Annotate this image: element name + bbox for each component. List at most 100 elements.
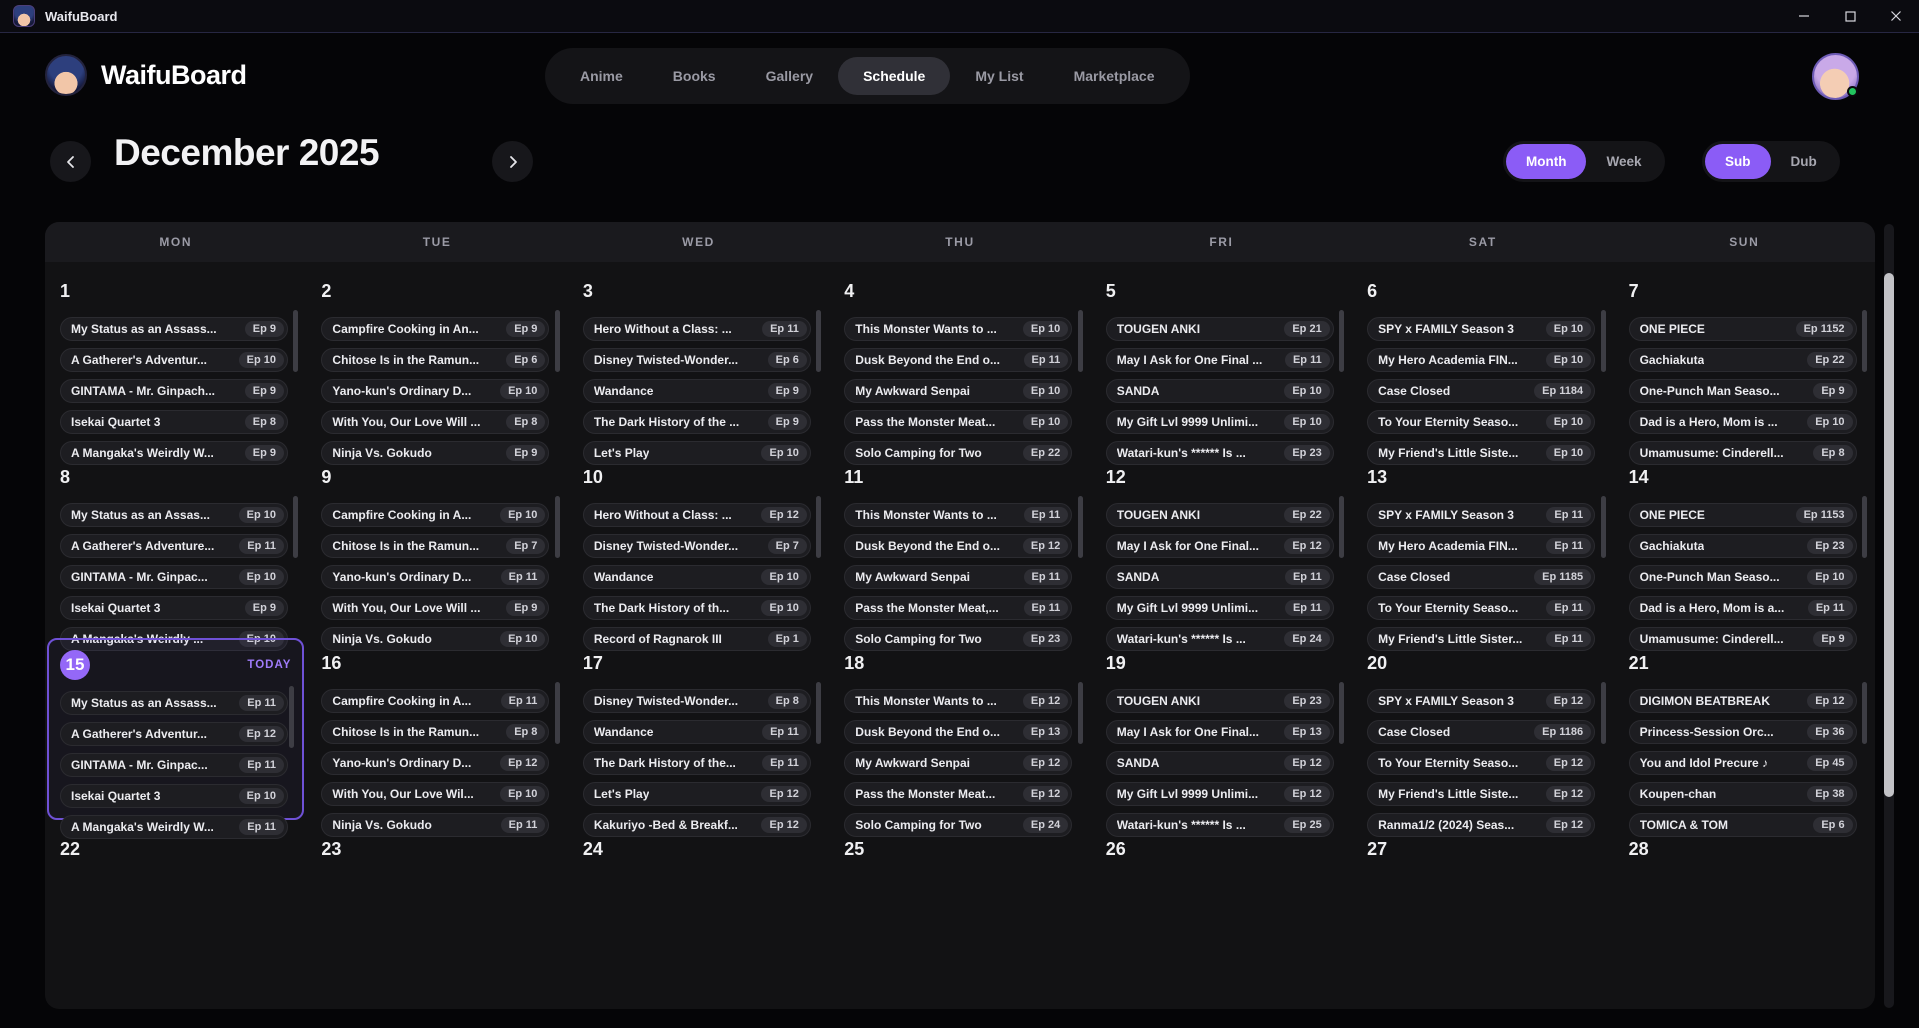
nav-tab-anime[interactable]: Anime [555,57,648,95]
anime-entry[interactable]: Wandance Ep 11 [583,720,811,744]
anime-entry[interactable]: Princess-Session Orc... Ep 36 [1629,720,1857,744]
maximize-button[interactable] [1827,0,1873,32]
cell-scrollbar-thumb[interactable] [1601,496,1606,558]
cell-scrollbar-thumb[interactable] [555,682,560,744]
anime-entry[interactable]: My Status as an Assas... Ep 10 [60,503,288,527]
anime-entry[interactable]: My Hero Academia FIN... Ep 11 [1367,534,1595,558]
anime-entry[interactable]: ONE PIECE Ep 1153 [1629,503,1857,527]
anime-entry[interactable]: Dad is a Hero, Mom is a... Ep 11 [1629,596,1857,620]
anime-entry[interactable]: With You, Our Love Wil... Ep 10 [321,782,549,806]
anime-entry[interactable]: My Hero Academia FIN... Ep 10 [1367,348,1595,372]
anime-entry[interactable]: Chitose Is in the Ramun... Ep 7 [321,534,549,558]
anime-entry[interactable]: A Gatherer's Adventur... Ep 10 [60,348,288,372]
anime-entry[interactable]: Wandance Ep 10 [583,565,811,589]
anime-entry[interactable]: Gachiakuta Ep 23 [1629,534,1857,558]
cell-scrollbar-thumb[interactable] [816,310,821,372]
calendar-day-cell-16[interactable]: 16 TODAY Campfire Cooking in A... Ep 11 … [306,636,567,822]
calendar-day-cell-1[interactable]: 1 TODAY My Status as an Assass... Ep 9 A… [45,264,306,450]
cell-scrollbar-thumb[interactable] [1601,682,1606,744]
anime-entry[interactable]: Isekai Quartet 3 Ep 10 [60,784,288,808]
anime-entry[interactable]: May I Ask for One Final... Ep 13 [1106,720,1334,744]
anime-entry[interactable]: Disney Twisted-Wonder... Ep 7 [583,534,811,558]
anime-entry[interactable]: Isekai Quartet 3 Ep 9 [60,596,288,620]
calendar-day-cell-26[interactable]: 26 TODAY [1091,822,1352,1008]
anime-entry[interactable]: SANDA Ep 10 [1106,379,1334,403]
calendar-day-cell-6[interactable]: 6 TODAY SPY x FAMILY Season 3 Ep 10 My H… [1352,264,1613,450]
anime-entry[interactable]: One-Punch Man Seaso... Ep 10 [1629,565,1857,589]
anime-entry[interactable]: Case Closed Ep 1186 [1367,720,1595,744]
anime-entry[interactable]: Disney Twisted-Wonder... Ep 6 [583,348,811,372]
nav-tab-my-list[interactable]: My List [950,57,1048,95]
anime-entry[interactable]: The Dark History of the... Ep 11 [583,751,811,775]
calendar-day-cell-17[interactable]: 17 TODAY Disney Twisted-Wonder... Ep 8 W… [568,636,829,822]
calendar-day-cell-3[interactable]: 3 TODAY Hero Without a Class: ... Ep 11 … [568,264,829,450]
cell-scrollbar-thumb[interactable] [1078,310,1083,372]
cell-scrollbar-thumb[interactable] [293,496,298,558]
anime-entry[interactable]: My Awkward Senpai Ep 11 [844,565,1072,589]
calendar-day-cell-25[interactable]: 25 TODAY [829,822,1090,1008]
cell-scrollbar-thumb[interactable] [289,686,294,748]
prev-month-button[interactable] [50,141,91,182]
anime-entry[interactable]: Wandance Ep 9 [583,379,811,403]
anime-entry[interactable]: My Status as an Assass... Ep 11 [60,691,288,715]
cell-scrollbar-thumb[interactable] [555,310,560,372]
cell-scrollbar-thumb[interactable] [1078,496,1083,558]
anime-entry[interactable]: Gachiakuta Ep 22 [1629,348,1857,372]
anime-entry[interactable]: SANDA Ep 12 [1106,751,1334,775]
user-avatar[interactable] [1812,53,1859,100]
anime-entry[interactable]: Disney Twisted-Wonder... Ep 8 [583,689,811,713]
anime-entry[interactable]: SPY x FAMILY Season 3 Ep 12 [1367,689,1595,713]
calendar-day-cell-27[interactable]: 27 TODAY [1352,822,1613,1008]
anime-entry[interactable]: Chitose Is in the Ramun... Ep 6 [321,348,549,372]
calendar-day-cell-11[interactable]: 11 TODAY This Monster Wants to ... Ep 11… [829,450,1090,636]
anime-entry[interactable]: TOUGEN ANKI Ep 22 [1106,503,1334,527]
anime-entry[interactable]: My Gift Lvl 9999 Unlimi... Ep 11 [1106,596,1334,620]
nav-tab-schedule[interactable]: Schedule [838,57,950,95]
anime-entry[interactable]: DIGIMON BEATBREAK Ep 12 [1629,689,1857,713]
anime-entry[interactable]: My Awkward Senpai Ep 10 [844,379,1072,403]
anime-entry[interactable]: Dusk Beyond the End o... Ep 12 [844,534,1072,558]
calendar-day-cell-10[interactable]: 10 TODAY Hero Without a Class: ... Ep 12… [568,450,829,636]
close-button[interactable] [1873,0,1919,32]
anime-entry[interactable]: Koupen-chan Ep 38 [1629,782,1857,806]
calendar-day-cell-12[interactable]: 12 TODAY TOUGEN ANKI Ep 22 May I Ask for… [1091,450,1352,636]
anime-entry[interactable]: The Dark History of the ... Ep 9 [583,410,811,434]
anime-entry[interactable]: Yano-kun's Ordinary D... Ep 12 [321,751,549,775]
anime-entry[interactable]: SANDA Ep 11 [1106,565,1334,589]
nav-tab-books[interactable]: Books [648,57,741,95]
calendar-day-cell-21[interactable]: 21 TODAY DIGIMON BEATBREAK Ep 12 Princes… [1614,636,1875,822]
anime-entry[interactable]: Hero Without a Class: ... Ep 12 [583,503,811,527]
anime-entry[interactable]: To Your Eternity Seaso... Ep 11 [1367,596,1595,620]
calendar-day-cell-28[interactable]: 28 TODAY [1614,822,1875,1008]
anime-entry[interactable]: Pass the Monster Meat... Ep 12 [844,782,1072,806]
anime-entry[interactable]: Pass the Monster Meat... Ep 10 [844,410,1072,434]
anime-entry[interactable]: A Gatherer's Adventur... Ep 12 [60,722,288,746]
anime-entry[interactable]: SPY x FAMILY Season 3 Ep 11 [1367,503,1595,527]
cell-scrollbar-thumb[interactable] [1339,682,1344,744]
anime-entry[interactable]: Let's Play Ep 12 [583,782,811,806]
toggle-month[interactable]: Month [1506,144,1586,179]
calendar-day-cell-14[interactable]: 14 TODAY ONE PIECE Ep 1153 Gachiakuta Ep… [1614,450,1875,636]
anime-entry[interactable]: The Dark History of th... Ep 10 [583,596,811,620]
cell-scrollbar-thumb[interactable] [1339,496,1344,558]
anime-entry[interactable]: Dad is a Hero, Mom is ... Ep 10 [1629,410,1857,434]
page-scrollbar-thumb[interactable] [1884,273,1894,797]
next-month-button[interactable] [492,141,533,182]
anime-entry[interactable]: Dusk Beyond the End o... Ep 13 [844,720,1072,744]
anime-entry[interactable]: Campfire Cooking in A... Ep 10 [321,503,549,527]
anime-entry[interactable]: This Monster Wants to ... Ep 12 [844,689,1072,713]
calendar-day-cell-13[interactable]: 13 TODAY SPY x FAMILY Season 3 Ep 11 My … [1352,450,1613,636]
calendar-day-cell-8[interactable]: 8 TODAY My Status as an Assas... Ep 10 A… [45,450,306,636]
anime-entry[interactable]: Isekai Quartet 3 Ep 8 [60,410,288,434]
cell-scrollbar-thumb[interactable] [1339,310,1344,372]
cell-scrollbar-thumb[interactable] [816,496,821,558]
calendar-day-cell-23[interactable]: 23 TODAY [306,822,567,1008]
anime-entry[interactable]: TOUGEN ANKI Ep 21 [1106,317,1334,341]
nav-tab-gallery[interactable]: Gallery [741,57,838,95]
anime-entry[interactable]: ONE PIECE Ep 1152 [1629,317,1857,341]
anime-entry[interactable]: My Awkward Senpai Ep 12 [844,751,1072,775]
anime-entry[interactable]: With You, Our Love Will ... Ep 9 [321,596,549,620]
anime-entry[interactable]: This Monster Wants to ... Ep 11 [844,503,1072,527]
anime-entry[interactable]: You and Idol Precure ♪ Ep 45 [1629,751,1857,775]
calendar-day-cell-20[interactable]: 20 TODAY SPY x FAMILY Season 3 Ep 12 Cas… [1352,636,1613,822]
